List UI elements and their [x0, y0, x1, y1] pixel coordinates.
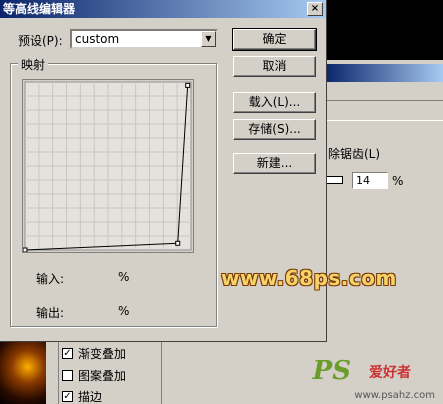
- chevron-down-icon[interactable]: ▼: [201, 31, 216, 47]
- checkbox[interactable]: [62, 369, 73, 381]
- layer-style-row[interactable]: ✓ 描边: [62, 386, 102, 404]
- curve-control-point[interactable]: [175, 240, 181, 246]
- panel-title-bar: [325, 64, 443, 82]
- brand-watermark: PS: [312, 356, 351, 386]
- panel-divider: [325, 100, 443, 101]
- cancel-button[interactable]: 取消: [233, 56, 316, 77]
- layer-style-label: 图案叠加: [78, 368, 127, 383]
- antialias-checkbox-label[interactable]: 除锯齿(L): [328, 145, 380, 162]
- range-unit: %: [392, 174, 404, 188]
- contour-curve-canvas[interactable]: [23, 80, 193, 252]
- dialog-title-text: 等高线编辑器: [3, 2, 76, 16]
- preset-dropdown[interactable]: custom ▼: [70, 29, 218, 49]
- checkbox[interactable]: ✓: [62, 390, 73, 402]
- site-watermark: www.68ps.com: [221, 266, 397, 290]
- layer-style-label: 渐变叠加: [78, 346, 127, 361]
- list-divider: [161, 342, 162, 404]
- range-input[interactable]: 14: [352, 172, 388, 189]
- list-divider: [58, 342, 59, 404]
- preset-label: 预设(P):: [18, 34, 63, 48]
- layer-thumbnail: [0, 342, 46, 404]
- layer-style-row[interactable]: ✓ 渐变叠加: [62, 343, 126, 363]
- mapping-label: 映射: [18, 56, 49, 73]
- checkbox[interactable]: ✓: [62, 347, 73, 359]
- layer-style-label: 描边: [78, 389, 103, 404]
- panel-divider: [325, 120, 443, 121]
- contour-editor-dialog: 等高线编辑器 × 预设(P): custom ▼ 映射 输入: % 输出: % …: [0, 0, 396, 342]
- brand-url: www.psahz.com: [354, 390, 435, 401]
- load-button[interactable]: 载入(L)...: [233, 92, 316, 113]
- preset-value: custom: [75, 32, 120, 46]
- range-slider[interactable]: [325, 176, 343, 184]
- close-button[interactable]: ×: [307, 2, 323, 16]
- contour-graph[interactable]: [22, 79, 194, 253]
- layer-style-row[interactable]: 图案叠加: [62, 365, 126, 385]
- new-button[interactable]: 新建...: [233, 153, 316, 174]
- save-button[interactable]: 存储(S)...: [233, 119, 316, 140]
- curve-control-point[interactable]: [185, 82, 191, 88]
- dialog-title: 等高线编辑器 ×: [0, 0, 326, 18]
- layer-style-panel: [325, 60, 443, 404]
- input-unit: %: [118, 270, 130, 284]
- output-label: 输出:: [36, 306, 65, 320]
- output-unit: %: [118, 304, 130, 318]
- ok-button[interactable]: 确定: [232, 28, 317, 51]
- canvas-preview: [325, 0, 443, 60]
- layer-style-list: ✓ 渐变叠加 图案叠加 ✓ 描边: [46, 342, 325, 404]
- curve-control-point[interactable]: [23, 247, 28, 252]
- brand-watermark-sub: 爱好者: [369, 365, 411, 381]
- input-label: 输入:: [36, 272, 65, 286]
